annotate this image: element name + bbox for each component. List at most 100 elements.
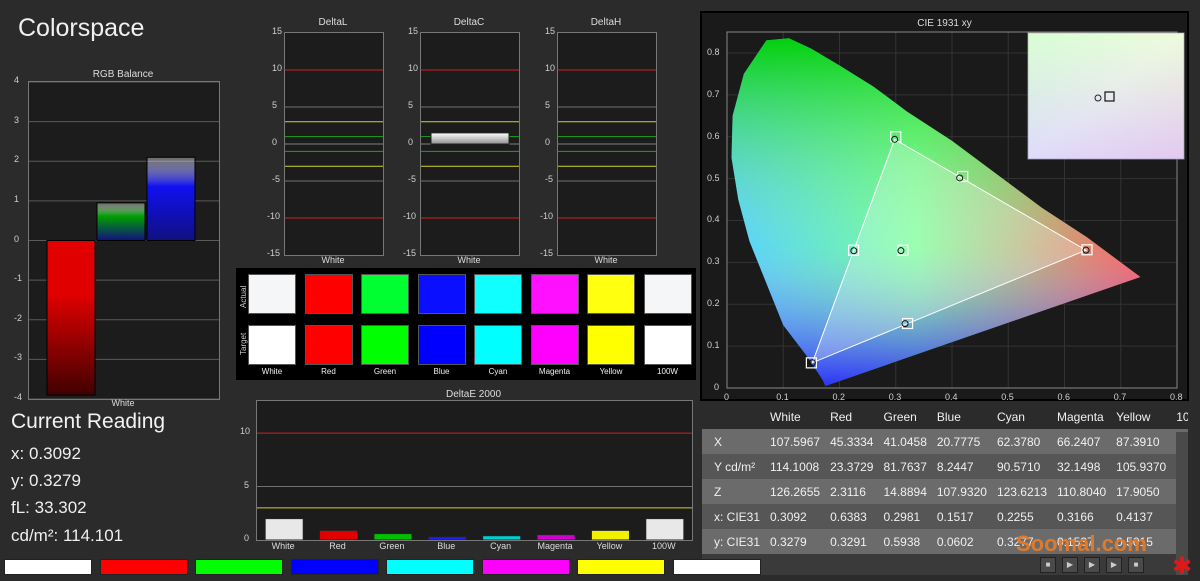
bottom-swatch[interactable]: [195, 559, 283, 575]
cie-ytick: 0: [714, 382, 720, 392]
table-cell: 0.3291: [820, 529, 874, 554]
delta-ytick: 10: [272, 63, 283, 73]
table-cell: 107.9320: [926, 479, 987, 504]
table-cell: 0.4137: [1106, 504, 1167, 529]
table-cell: 8.2447: [926, 454, 987, 479]
rgb-bar-green: [96, 202, 146, 241]
table-cell: 90.5710: [986, 454, 1047, 479]
table-cell: 23.3729: [820, 454, 874, 479]
swatch-label: Red: [321, 367, 336, 376]
table-cell: 0.3092: [760, 504, 821, 529]
deltae-bar-blue: [427, 536, 467, 540]
ctrl-step-icon[interactable]: ▶: [1084, 557, 1100, 573]
rgb-ytick: -1: [14, 273, 23, 284]
rgb-bar-red: [46, 240, 96, 396]
table-cell: 41.0458: [873, 429, 927, 454]
deltae-label: Magenta: [537, 541, 573, 551]
table-header-cell: White: [760, 404, 821, 429]
delta-ytick: 5: [545, 100, 551, 110]
delta-ytick: 0: [272, 137, 278, 147]
cie-xtick: 0: [724, 392, 730, 402]
delta-chart-deltal: [284, 32, 384, 256]
table-cell: 2.3116: [820, 479, 874, 504]
reading-fl: fL: 33.302: [11, 498, 87, 517]
actual-row-label: Actual: [239, 285, 248, 308]
cie-xtick: 0.4: [945, 392, 958, 402]
table-cell: Z: [702, 479, 761, 504]
target-swatch-red: [304, 325, 353, 365]
delta-ytick: -5: [272, 174, 281, 184]
rgb-balance-category: White: [111, 398, 135, 408]
table-cell: X: [702, 429, 761, 454]
target-swatch-blue: [417, 325, 466, 365]
delta-ytick: -5: [408, 174, 417, 184]
table-cell: 62.3780: [986, 429, 1047, 454]
table-row: Y cd/m² 114.1008 23.3729 81.7637 8.2447 90.57…: [702, 454, 1188, 479]
actual-swatch-white: [248, 274, 296, 314]
bottom-swatch[interactable]: [386, 559, 474, 575]
reading-cdm2: cd/m²: 114.101: [11, 526, 124, 545]
table-cell: 17.9050: [1106, 479, 1167, 504]
cie-chart-panel: CIE 1931 xy 0 0.1 0.2 0.3 0.4 0.5 0.6 0.…: [700, 11, 1189, 402]
swatch-label: Green: [373, 367, 397, 376]
delta-category-label: White: [457, 255, 481, 265]
delta-ytick: 10: [408, 63, 419, 73]
asterisk-icon[interactable]: ✱: [1172, 552, 1192, 581]
cie-xtick: 0.3: [888, 392, 902, 402]
deltae-ytick: 10: [240, 426, 251, 437]
cie-ytick: 0.6: [707, 130, 720, 141]
bottom-swatch[interactable]: [672, 559, 761, 575]
table-cell: 105.9370: [1106, 454, 1167, 479]
table-header-cell: 100W: [1166, 404, 1188, 429]
deltae-bar-yellow: [590, 529, 630, 540]
reading-x: x: 0.3092: [11, 444, 81, 463]
delta-ytick: 15: [545, 26, 556, 36]
target-swatch-green: [361, 325, 409, 365]
page-title: Colorspace: [18, 14, 145, 42]
table-cell: 126.2655: [760, 479, 821, 504]
ctrl-stop2-icon[interactable]: ■: [1128, 557, 1144, 573]
actual-swatch-magenta: [530, 274, 579, 314]
table-cell: 0.3279: [760, 529, 821, 554]
table-cell: 20.7775: [926, 429, 987, 454]
bottom-swatch[interactable]: [481, 559, 570, 575]
cie-xtick: 0.6: [1057, 392, 1071, 402]
table-cell: 107.5967: [760, 429, 821, 454]
bottom-swatch-bar: [0, 557, 761, 575]
delta-chart-title: DeltaC: [453, 17, 485, 28]
ctrl-stop-icon[interactable]: ■: [1040, 557, 1056, 573]
delta-category-label: White: [594, 255, 618, 265]
cie-xtick: 0.8: [1170, 392, 1183, 402]
target-row-label: Target: [239, 332, 248, 355]
bottom-swatch[interactable]: [4, 559, 92, 575]
deltae-ytick: 5: [244, 479, 250, 490]
delta-ytick: -10: [540, 211, 554, 221]
rgb-ytick: 4: [14, 75, 20, 85]
cie-diagram: [726, 31, 1185, 389]
rgb-ytick: 0: [14, 233, 20, 244]
actual-swatch-cyan: [474, 274, 522, 314]
bottom-swatch[interactable]: [99, 559, 188, 575]
delta-ytick: 5: [272, 100, 278, 110]
cie-xtick: 0.5: [1001, 392, 1014, 402]
deltae-label: Cyan: [490, 541, 512, 551]
table-header-cell: Cyan: [986, 404, 1047, 429]
table-cell: 0.2981: [873, 504, 927, 529]
rgb-balance-title: RGB Balance: [92, 69, 154, 80]
table-cell: x: CIE31: [702, 504, 761, 529]
table-cell: 32.1498: [1047, 454, 1107, 479]
bottom-swatch[interactable]: [290, 559, 379, 575]
ctrl-skip-icon[interactable]: ▶: [1106, 557, 1122, 573]
cie-ytick: 0.8: [707, 46, 720, 57]
delta-ytick: 5: [408, 100, 414, 110]
swatch-label: Yellow: [599, 367, 623, 376]
table-cell: 110.8040: [1047, 479, 1107, 504]
deltae-ytick: 0: [244, 533, 250, 543]
cie-ytick: 0.5: [707, 172, 720, 183]
ctrl-play-icon[interactable]: ▶: [1062, 557, 1078, 573]
bottom-swatch[interactable]: [577, 559, 665, 575]
swatch-label: Blue: [433, 367, 450, 376]
rgb-ytick: 2: [14, 154, 20, 165]
table-cell: 45.3334: [820, 429, 874, 454]
cie-ytick: 0.4: [707, 214, 720, 225]
